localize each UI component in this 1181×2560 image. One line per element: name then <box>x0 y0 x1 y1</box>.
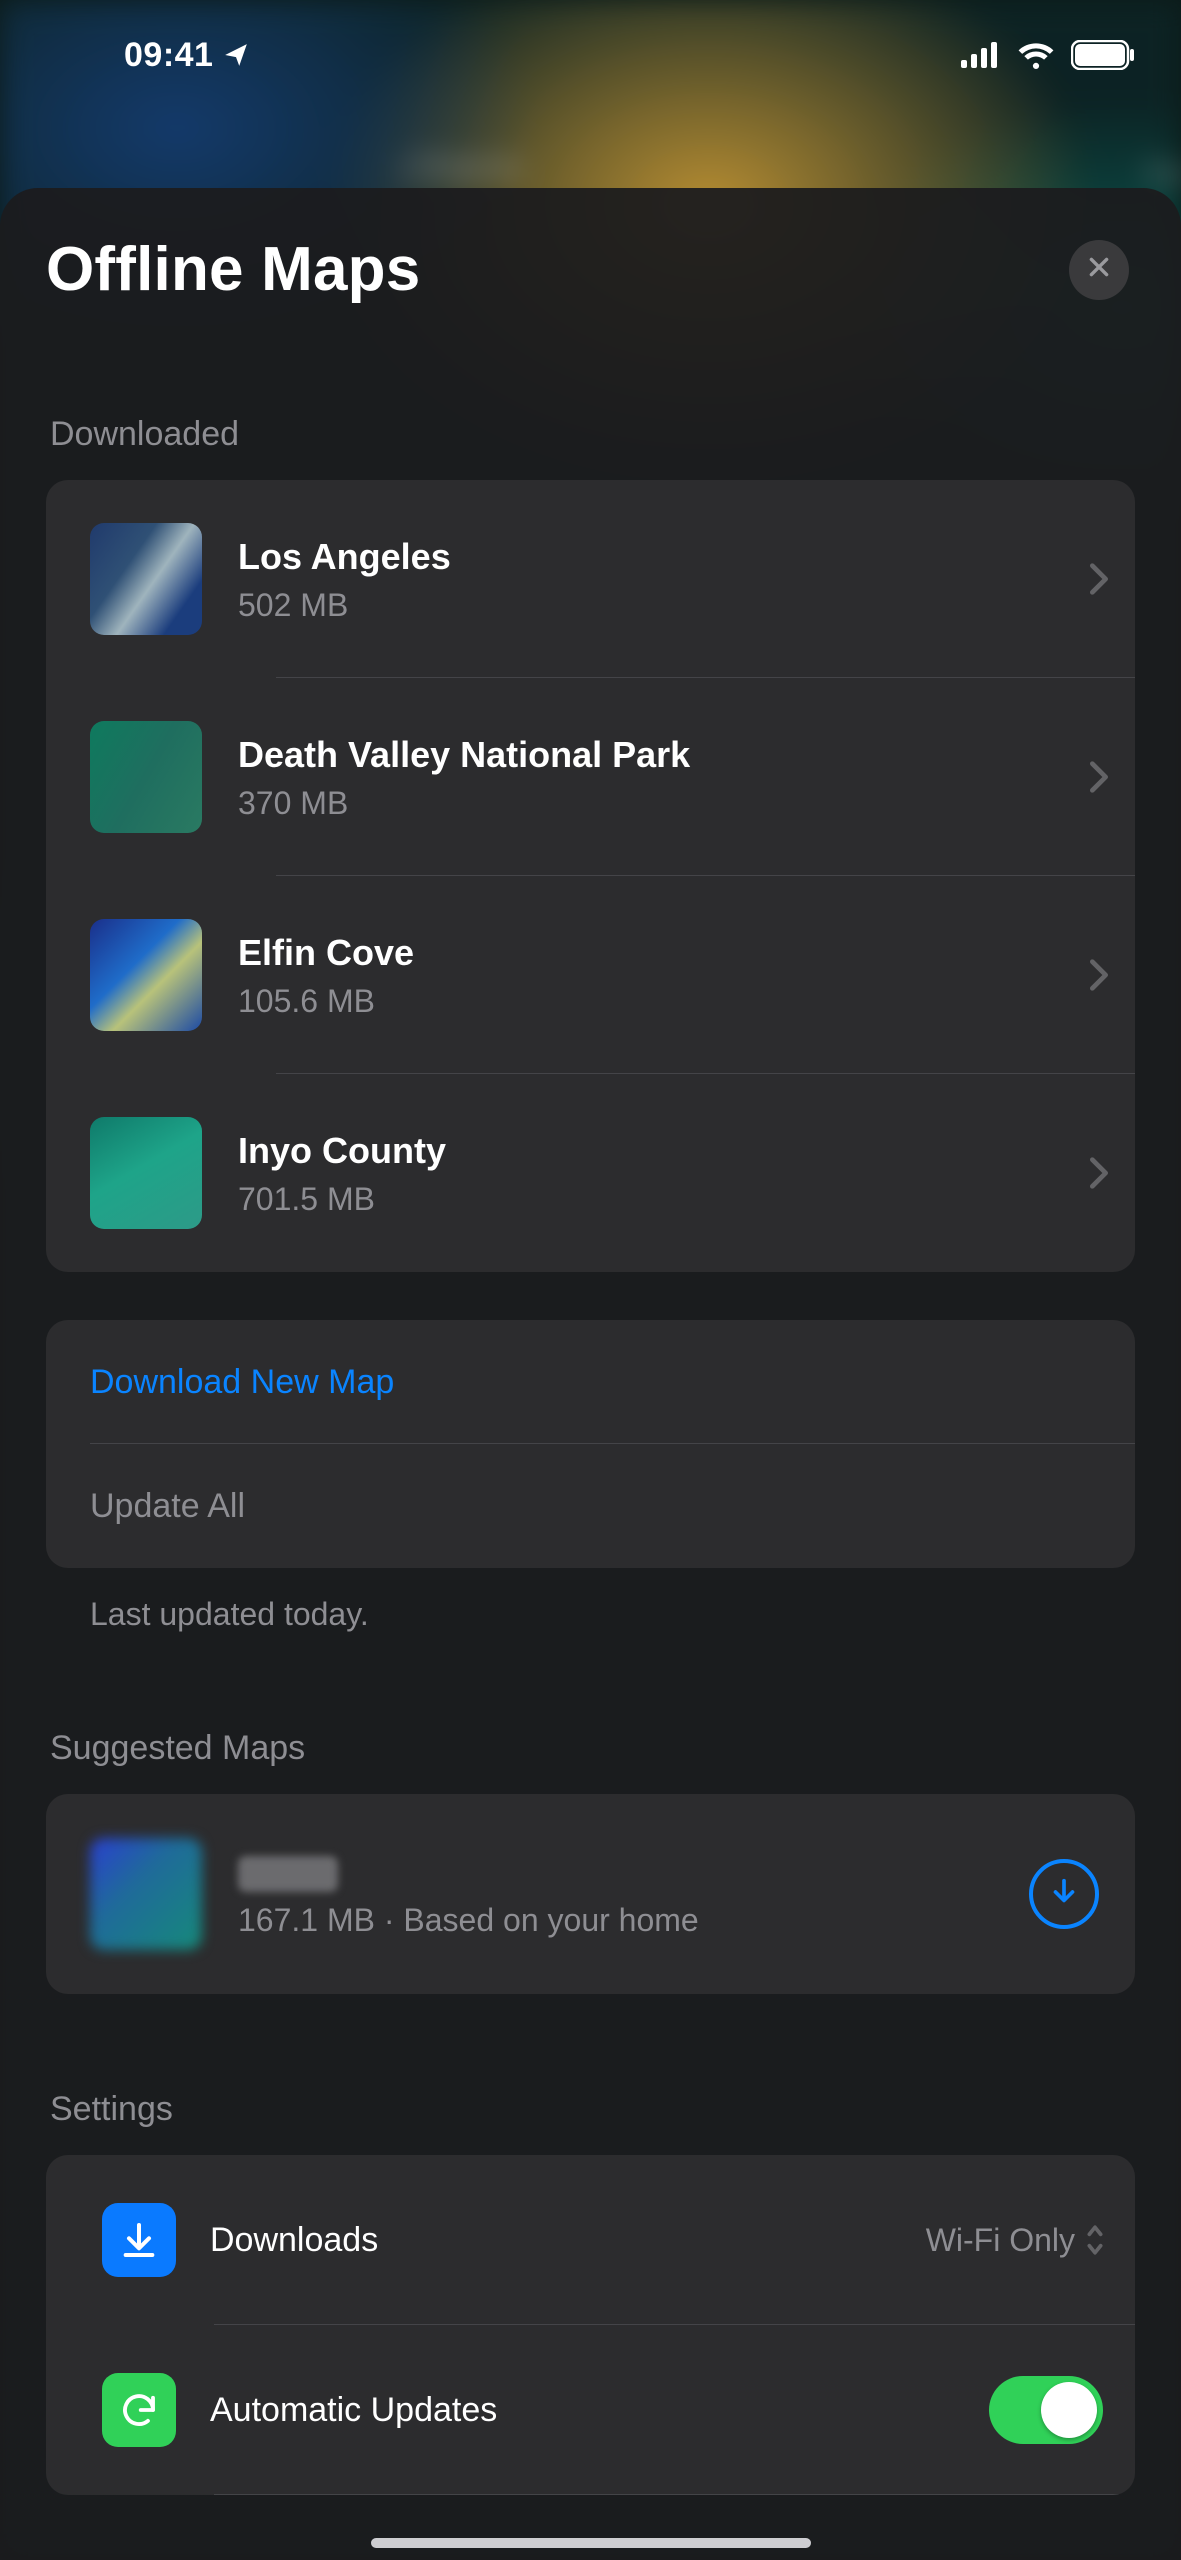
status-time: 09:41 <box>124 36 213 75</box>
page-title: Offline Maps <box>46 234 420 305</box>
downloads-icon <box>102 2203 176 2277</box>
close-button[interactable] <box>1069 240 1129 300</box>
chevron-right-icon <box>1089 562 1109 596</box>
chevron-right-icon <box>1089 1156 1109 1190</box>
downloaded-maps-list: Los Angeles 502 MB Death Valley National… <box>46 480 1135 1272</box>
suggested-maps-list: 167.1 MB · Based on your home <box>46 1794 1135 1994</box>
map-row-inyo-county[interactable]: Inyo County 701.5 MB <box>46 1074 1135 1272</box>
map-row-elfin-cove[interactable]: Elfin Cove 105.6 MB <box>46 876 1135 1074</box>
setting-label: Downloads <box>210 2219 926 2262</box>
map-thumbnail <box>90 721 202 833</box>
chevron-right-icon <box>1089 760 1109 794</box>
setting-value: Wi-Fi Only <box>926 2222 1075 2259</box>
map-size: 502 MB <box>238 587 1079 624</box>
download-button[interactable] <box>1029 1859 1099 1929</box>
actions-card: Download New Map Update All <box>46 1320 1135 1568</box>
section-downloaded-label: Downloaded <box>50 415 1135 454</box>
map-row-los-angeles[interactable]: Los Angeles 502 MB <box>46 480 1135 678</box>
action-label: Update All <box>90 1485 1109 1528</box>
suggested-map-row[interactable]: 167.1 MB · Based on your home <box>46 1794 1135 1994</box>
map-name: Inyo County <box>238 1128 1079 1173</box>
close-icon <box>1086 254 1112 285</box>
settings-row-downloads[interactable]: Downloads Wi-Fi Only <box>46 2155 1135 2325</box>
location-icon <box>223 42 249 68</box>
map-size: 370 MB <box>238 785 1079 822</box>
map-thumbnail <box>90 1838 202 1950</box>
section-suggested-label: Suggested Maps <box>50 1729 1135 1768</box>
map-label-tere: Tere <box>1142 158 1181 189</box>
section-settings-label: Settings <box>50 2090 1135 2129</box>
automatic-updates-toggle[interactable] <box>989 2376 1103 2444</box>
last-updated-label: Last updated today. <box>90 1596 1135 1633</box>
map-size: 105.6 MB <box>238 983 1079 1020</box>
battery-icon <box>1071 40 1135 70</box>
map-thumbnail <box>90 523 202 635</box>
settings-row-automatic-updates[interactable]: Automatic Updates <box>46 2325 1135 2495</box>
download-new-map-button[interactable]: Download New Map <box>46 1320 1135 1444</box>
map-meta: 167.1 MB · Based on your home <box>238 1902 1029 1939</box>
setting-label: Automatic Updates <box>210 2389 989 2432</box>
cellular-signal-icon <box>961 42 1001 68</box>
status-bar: 09:41 <box>0 0 1181 110</box>
wifi-icon <box>1017 41 1055 69</box>
map-name-redacted <box>238 1849 1029 1894</box>
map-row-death-valley[interactable]: Death Valley National Park 370 MB <box>46 678 1135 876</box>
home-indicator[interactable] <box>371 2538 811 2548</box>
updates-icon <box>102 2373 176 2447</box>
map-thumbnail <box>90 1117 202 1229</box>
map-name: Elfin Cove <box>238 930 1079 975</box>
map-label-skagway: Skagway <box>400 150 523 181</box>
up-down-icon <box>1085 2223 1105 2257</box>
update-all-button[interactable]: Update All <box>46 1444 1135 1568</box>
chevron-right-icon <box>1089 958 1109 992</box>
settings-list: Downloads Wi-Fi Only Automatic Updates <box>46 2155 1135 2495</box>
map-name: Los Angeles <box>238 534 1079 579</box>
map-size: 701.5 MB <box>238 1181 1079 1218</box>
map-thumbnail <box>90 919 202 1031</box>
action-label: Download New Map <box>90 1361 1109 1404</box>
download-icon <box>1047 1875 1081 1914</box>
offline-maps-sheet: Offline Maps Downloaded Los Angeles 502 … <box>0 188 1181 2560</box>
map-name: Death Valley National Park <box>238 732 1079 777</box>
